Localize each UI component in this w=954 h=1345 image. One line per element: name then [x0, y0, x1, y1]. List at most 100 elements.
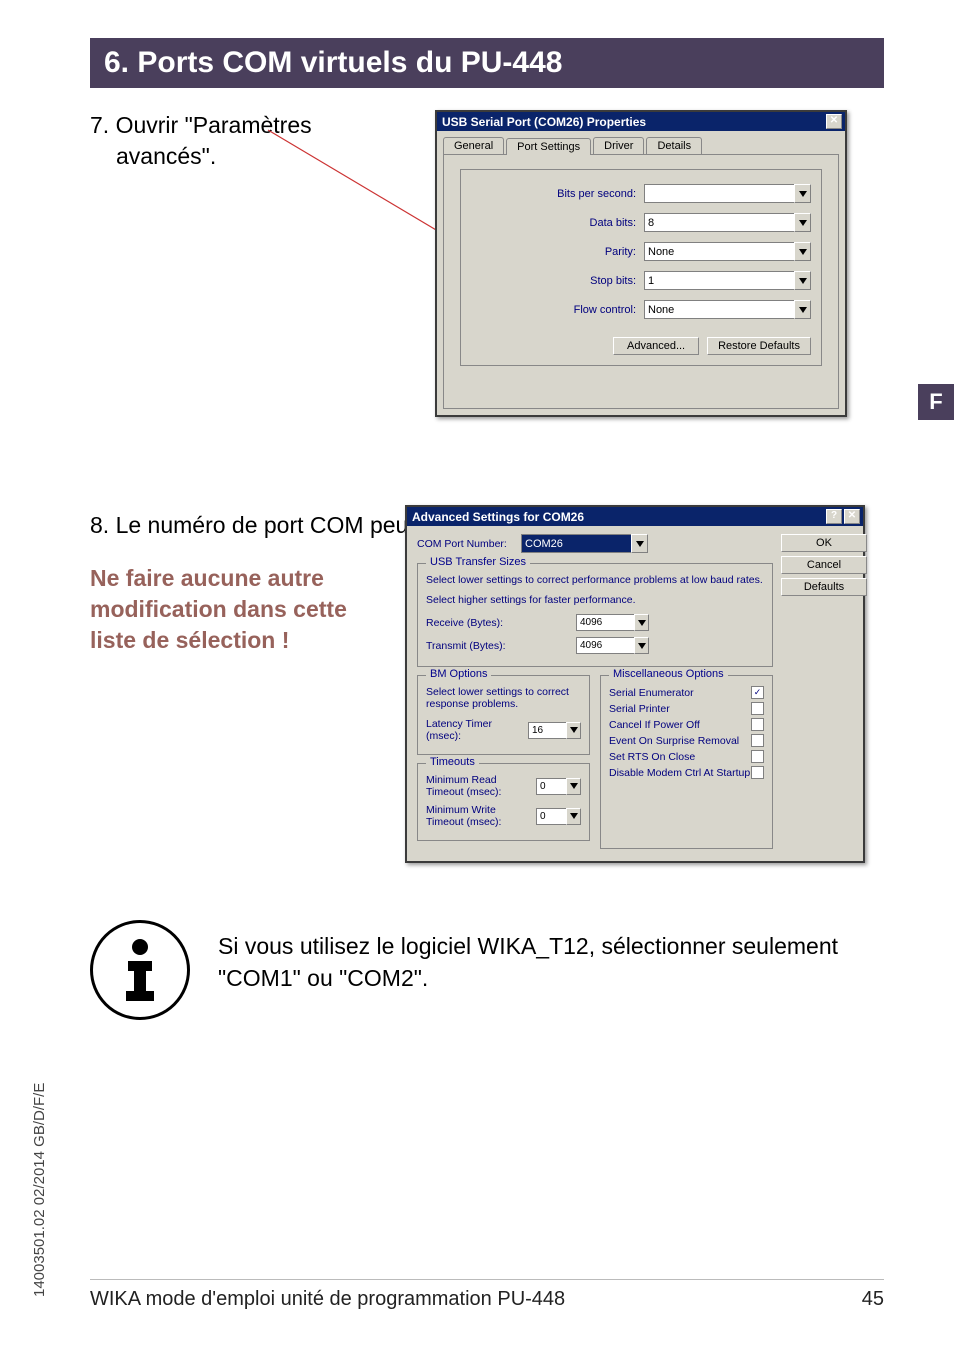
dialog1-titlebar: USB Serial Port (COM26) Properties ✕ — [437, 112, 845, 131]
help-icon[interactable]: ? — [826, 509, 842, 524]
com-port-value[interactable] — [521, 534, 631, 553]
doc-id: 14003501.02 02/2014 GB/D/F/E — [31, 1083, 48, 1297]
databits-select[interactable] — [644, 213, 811, 232]
stopbits-value[interactable] — [644, 271, 794, 290]
chevron-down-icon[interactable] — [566, 808, 581, 825]
footer-title: WIKA mode d'emploi unité de programmatio… — [90, 1288, 565, 1311]
com-port-label: COM Port Number: — [417, 538, 521, 550]
usb-transfer-group: USB Transfer Sizes Select lower settings… — [417, 563, 773, 667]
checkbox[interactable]: ✓ — [751, 686, 764, 699]
misc-option-label: Serial Enumerator — [609, 687, 694, 699]
chevron-down-icon[interactable] — [631, 534, 648, 553]
receive-label: Receive (Bytes): — [426, 617, 576, 629]
misc-options-group: Miscellaneous Options Serial Enumerator✓… — [600, 675, 773, 849]
misc-option-row: Set RTS On Close — [609, 750, 764, 763]
info-text: Si vous utilisez le logiciel WIKA_T12, s… — [218, 920, 870, 994]
parity-value[interactable] — [644, 242, 794, 261]
stopbits-label: Stop bits: — [471, 275, 644, 287]
usb-note1: Select lower settings to correct perform… — [426, 574, 764, 586]
close-icon[interactable]: ✕ — [844, 509, 860, 524]
chevron-down-icon[interactable] — [794, 242, 811, 261]
chevron-down-icon[interactable] — [566, 778, 581, 795]
chevron-down-icon[interactable] — [634, 614, 649, 631]
min-write-label: Minimum Write Timeout (msec): — [426, 804, 536, 828]
checkbox[interactable] — [751, 734, 764, 747]
misc-group-label: Miscellaneous Options — [609, 668, 728, 680]
min-write-select[interactable] — [536, 808, 581, 825]
checkbox[interactable] — [751, 702, 764, 715]
bm-group-label: BM Options — [426, 668, 491, 680]
usb-group-label: USB Transfer Sizes — [426, 556, 530, 568]
misc-option-row: Disable Modem Ctrl At Startup — [609, 766, 764, 779]
chevron-down-icon[interactable] — [794, 184, 811, 203]
databits-label: Data bits: — [471, 217, 644, 229]
receive-value[interactable] — [576, 614, 634, 631]
advanced-button[interactable]: Advanced... — [613, 337, 699, 355]
tab-general[interactable]: General — [443, 137, 504, 154]
min-read-label: Minimum Read Timeout (msec): — [426, 774, 536, 798]
bps-label: Bits per second: — [471, 188, 644, 200]
defaults-button[interactable]: Defaults — [781, 578, 867, 596]
page-number: 45 — [862, 1288, 884, 1311]
latency-label: Latency Timer (msec): — [426, 718, 528, 742]
receive-select[interactable] — [576, 614, 649, 631]
bm-note: Select lower settings to correct respons… — [426, 686, 581, 710]
section-heading: 6. Ports COM virtuels du PU-448 — [90, 38, 884, 88]
misc-option-row: Serial Printer — [609, 702, 764, 715]
misc-option-label: Serial Printer — [609, 703, 670, 715]
com-port-select[interactable] — [521, 534, 648, 553]
min-write-value[interactable] — [536, 808, 566, 825]
tab-port-settings[interactable]: Port Settings — [506, 138, 591, 155]
flow-label: Flow control: — [471, 304, 644, 316]
restore-defaults-button[interactable]: Restore Defaults — [707, 337, 811, 355]
usb-note2: Select higher settings for faster perfor… — [426, 594, 764, 606]
checkbox[interactable] — [751, 750, 764, 763]
latency-value[interactable] — [528, 722, 566, 739]
misc-option-label: Set RTS On Close — [609, 751, 695, 763]
stopbits-select[interactable] — [644, 271, 811, 290]
chevron-down-icon[interactable] — [794, 271, 811, 290]
tab-details[interactable]: Details — [646, 137, 702, 154]
misc-option-label: Event On Surprise Removal — [609, 735, 739, 747]
transmit-value[interactable] — [576, 637, 634, 654]
language-tab: F — [918, 384, 954, 420]
misc-option-row: Cancel If Power Off — [609, 718, 764, 731]
properties-dialog: USB Serial Port (COM26) Properties ✕ Gen… — [435, 110, 847, 417]
info-icon — [90, 920, 190, 1020]
cancel-button[interactable]: Cancel — [781, 556, 867, 574]
misc-option-label: Cancel If Power Off — [609, 719, 700, 731]
chevron-down-icon[interactable] — [794, 213, 811, 232]
flow-select[interactable] — [644, 300, 811, 319]
flow-value[interactable] — [644, 300, 794, 319]
latency-select[interactable] — [528, 722, 581, 739]
dialog1-title: USB Serial Port (COM26) Properties — [442, 115, 646, 129]
tab-driver[interactable]: Driver — [593, 137, 644, 154]
checkbox[interactable] — [751, 718, 764, 731]
dialog2-title: Advanced Settings for COM26 — [412, 510, 584, 524]
misc-option-row: Event On Surprise Removal — [609, 734, 764, 747]
misc-option-row: Serial Enumerator ✓ — [609, 686, 764, 699]
bps-value[interactable] — [644, 184, 794, 203]
advanced-settings-dialog: Advanced Settings for COM26 ? ✕ COM Port… — [405, 505, 865, 863]
databits-value[interactable] — [644, 213, 794, 232]
checkbox[interactable] — [751, 766, 764, 779]
timeouts-group-label: Timeouts — [426, 756, 479, 768]
chevron-down-icon[interactable] — [634, 637, 649, 654]
ok-button[interactable]: OK — [781, 534, 867, 552]
close-icon[interactable]: ✕ — [826, 114, 842, 129]
misc-option-label: Disable Modem Ctrl At Startup — [609, 767, 750, 779]
bps-select[interactable] — [644, 184, 811, 203]
chevron-down-icon[interactable] — [794, 300, 811, 319]
timeouts-group: Timeouts Minimum Read Timeout (msec): — [417, 763, 590, 841]
transmit-label: Transmit (Bytes): — [426, 640, 576, 652]
chevron-down-icon[interactable] — [566, 722, 581, 739]
min-read-select[interactable] — [536, 778, 581, 795]
step7-text: 7. Ouvrir "Paramètres avancés". — [90, 110, 312, 172]
parity-select[interactable] — [644, 242, 811, 261]
transmit-select[interactable] — [576, 637, 649, 654]
bm-options-group: BM Options Select lower settings to corr… — [417, 675, 590, 755]
parity-label: Parity: — [471, 246, 644, 258]
dialog2-titlebar: Advanced Settings for COM26 ? ✕ — [407, 507, 863, 526]
warning-text: Ne faire aucune autre modification dans … — [90, 563, 390, 656]
min-read-value[interactable] — [536, 778, 566, 795]
